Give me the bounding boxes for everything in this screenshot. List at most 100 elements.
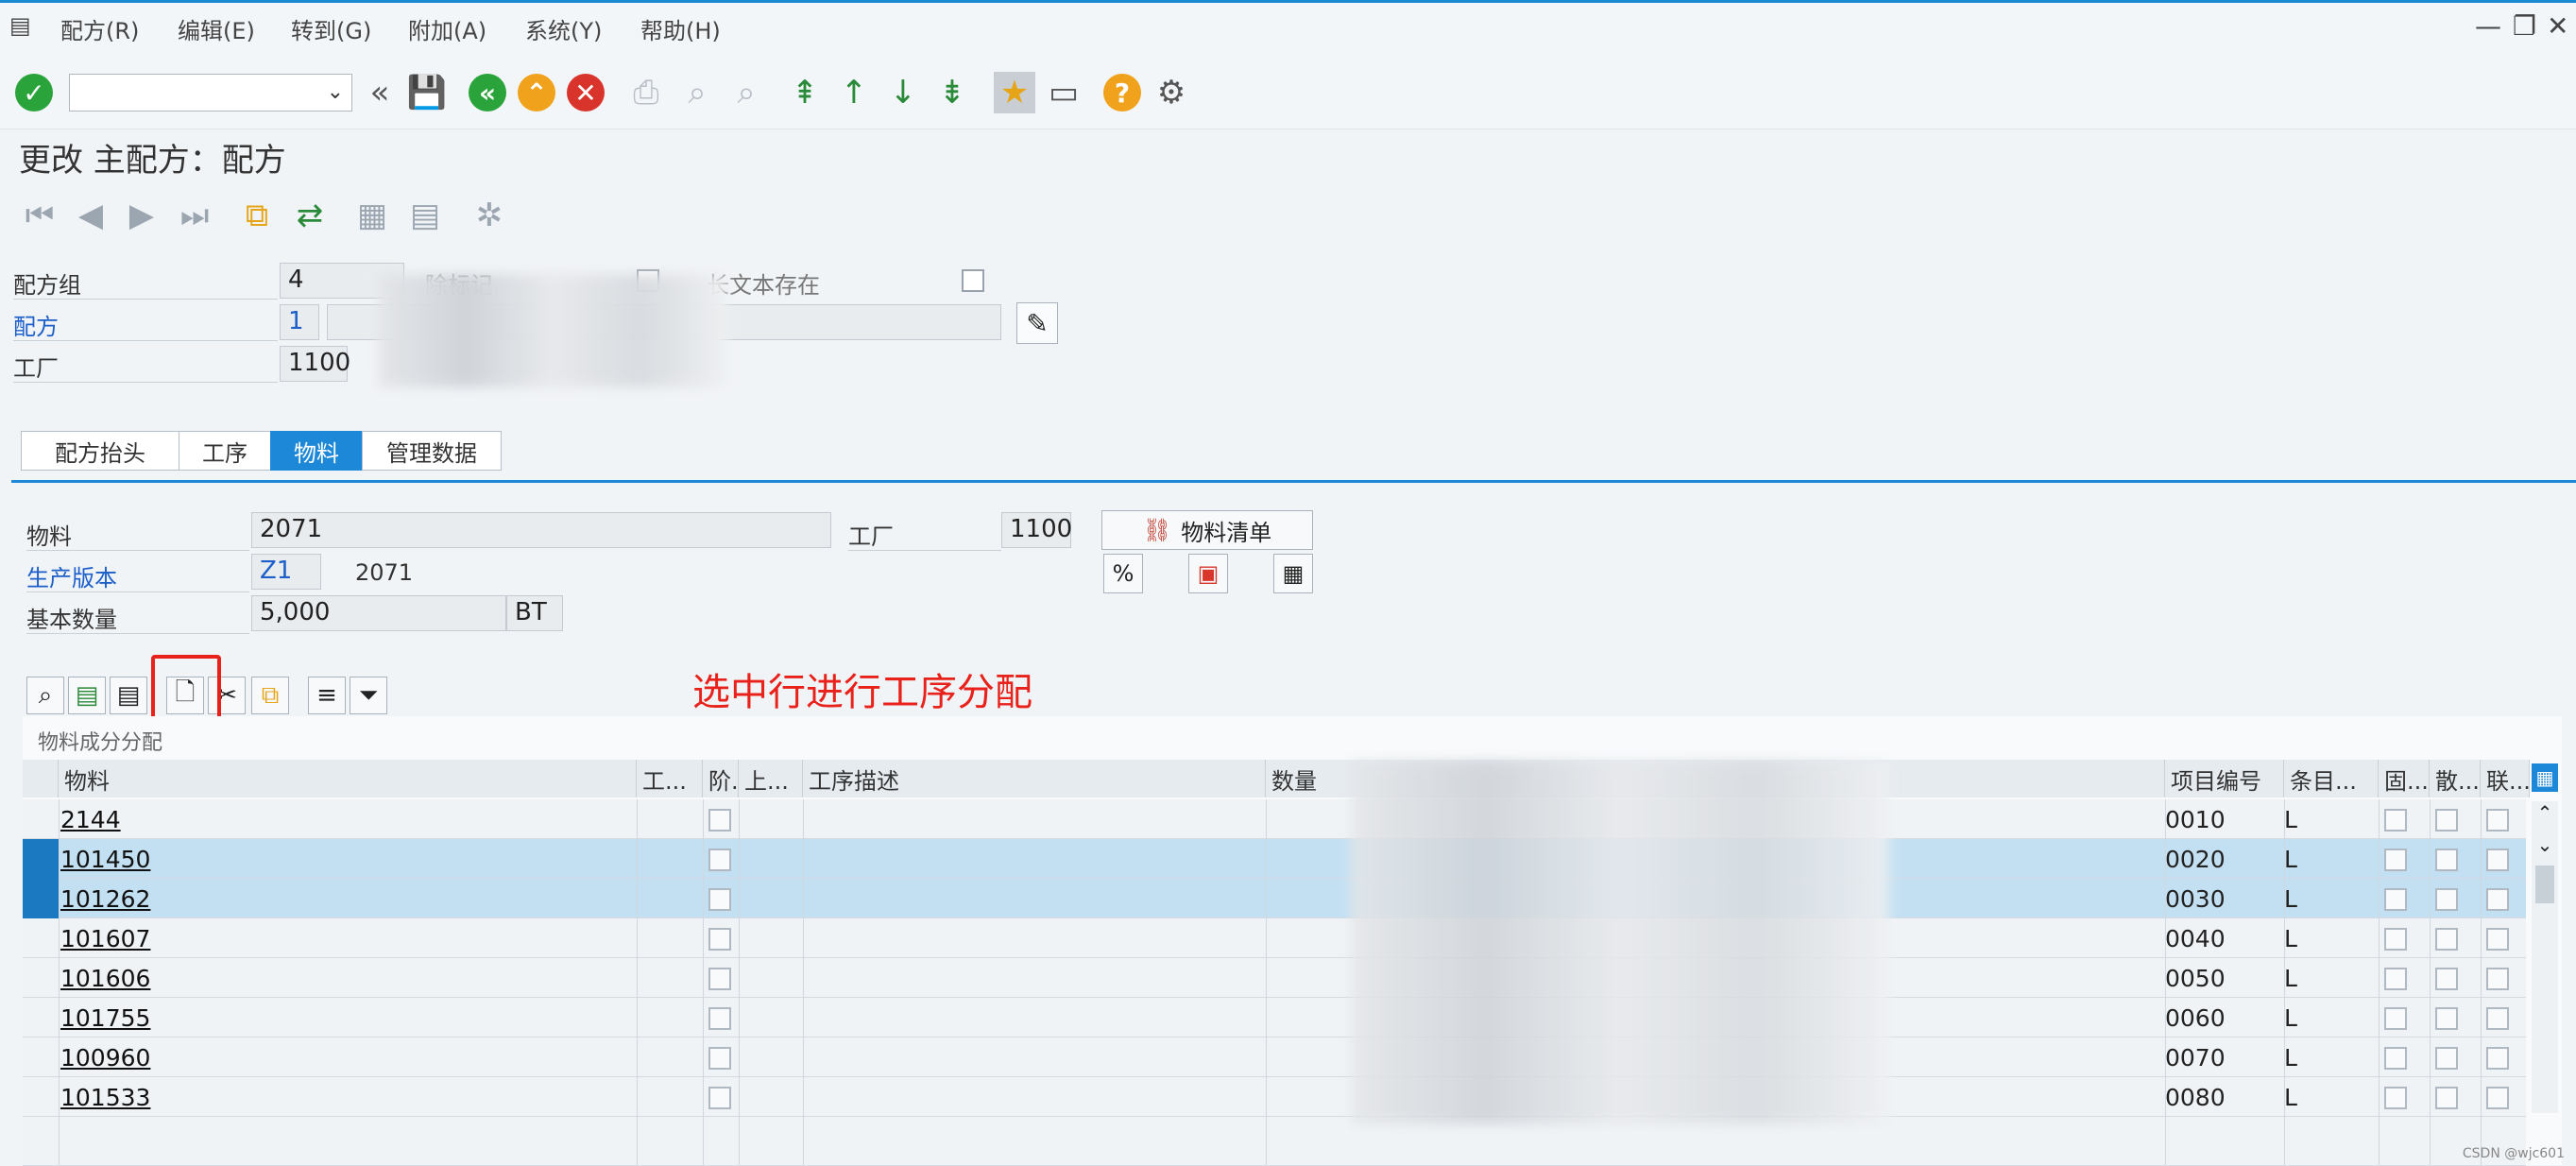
production-version-field[interactable]: Z1 [251,554,321,590]
last-page-icon[interactable]: ⇟ [931,72,973,113]
bulk-checkbox[interactable] [2435,849,2458,871]
deselect-icon[interactable]: ▤ [110,677,147,714]
command-field[interactable]: ⌄ [69,74,352,111]
phase-checkbox[interactable] [708,1007,731,1030]
table-row[interactable]: 101755 0060 L [23,998,2526,1037]
maximize-button[interactable]: ❐ [2513,10,2536,42]
table-row[interactable]: 101533 0080 L [23,1077,2526,1117]
column-header-item-category[interactable]: 条目... [2284,760,2379,797]
fixed-qty-checkbox[interactable] [2384,849,2407,871]
long-text-checkbox[interactable] [962,269,984,292]
column-settings-icon[interactable]: ▦ [2532,763,2558,792]
scroll-down-icon[interactable]: ⌄ [2532,833,2558,856]
assign-operation-icon[interactable]: ⧉ [251,677,289,714]
tab-admin-data[interactable]: 管理数据 [362,431,502,471]
back-icon[interactable]: « [469,74,506,111]
next-page-icon[interactable]: ↓ [882,72,924,113]
menu-help[interactable]: 帮助(H) [640,12,721,45]
sort-icon[interactable]: ≡ [308,677,346,714]
column-header-superior[interactable]: 上... [739,760,803,797]
phase-checkbox[interactable] [708,928,731,951]
calendar-icon[interactable]: ▤ [404,195,446,236]
fixed-qty-checkbox[interactable] [2384,1047,2407,1070]
scroll-thumb[interactable] [2535,866,2554,903]
recipe-field[interactable]: 1 [280,304,319,340]
material-cell[interactable]: 101533 [60,1077,150,1117]
bulk-checkbox[interactable] [2435,1047,2458,1070]
material-cell[interactable]: 101755 [60,998,150,1037]
base-quantity-unit[interactable]: BT [506,595,563,631]
color-copy-icon[interactable]: ▣ [1188,554,1228,593]
app-menu-icon[interactable]: ▤ [9,12,31,39]
column-header-fixed[interactable]: 固... [2379,760,2430,797]
print-icon[interactable]: ⎙ [625,72,667,113]
settings-wheel-icon[interactable]: ✲ [469,195,510,236]
column-header-phase[interactable]: 阶. [703,760,739,797]
structure-icon[interactable]: ▦ [351,195,393,236]
filter-icon[interactable]: ⏷ [350,677,387,714]
row-selector-header[interactable] [23,760,59,797]
first-page-icon[interactable]: ⇞ [784,72,826,113]
material-cell[interactable]: 101262 [60,879,150,918]
exit-icon[interactable]: ⌃ [518,74,555,111]
previous-page-icon[interactable]: ↑ [833,72,875,113]
empty-row[interactable] [23,1117,2526,1166]
row-selection-marker[interactable] [23,839,59,879]
column-header-item-number[interactable]: 项目编号 [2165,760,2284,797]
phase-checkbox[interactable] [708,888,731,911]
fixed-qty-checkbox[interactable] [2384,968,2407,990]
material-field[interactable]: 2071 [251,512,831,548]
find-next-icon[interactable]: ⌕ [725,72,767,113]
recipe-label[interactable]: 配方 [13,308,59,341]
table-row[interactable]: 100960 0070 L [23,1037,2526,1077]
column-header-operation-desc[interactable]: 工序描述 [803,760,1266,797]
column-header-coproduct[interactable]: 联... [2481,760,2531,797]
material-cell[interactable]: 101450 [60,839,150,879]
material-cell[interactable]: 101607 [60,918,150,958]
coproduct-checkbox[interactable] [2486,968,2509,990]
plant-field[interactable]: 1100 [280,346,350,382]
menu-recipe[interactable]: 配方(R) [60,12,139,45]
next-record-icon[interactable]: ▶ [121,195,162,236]
scroll-up-icon[interactable]: ⌃ [2532,801,2558,824]
select-all-icon[interactable]: ▤ [68,677,106,714]
coproduct-checkbox[interactable] [2486,1087,2509,1109]
minimize-button[interactable]: — [2475,10,2501,42]
phase-checkbox[interactable] [708,1087,731,1109]
coproduct-checkbox[interactable] [2486,1047,2509,1070]
material-plant-field[interactable]: 1100 [1001,512,1072,548]
double-left-icon[interactable]: « [359,72,401,113]
find-icon[interactable]: ⌕ [676,72,718,113]
bulk-checkbox[interactable] [2435,1087,2458,1109]
table-row[interactable]: 101606 0050 L [23,958,2526,998]
pencil-icon[interactable]: ✎ [1016,302,1058,344]
table-row[interactable]: 101607 0040 L [23,918,2526,958]
table-row[interactable]: 101450 0020 L [23,839,2526,879]
column-header-material[interactable]: 物料 [59,760,637,797]
coproduct-checkbox[interactable] [2486,849,2509,871]
first-record-icon[interactable]: ⏮ [19,195,60,236]
gear-icon[interactable]: ⚙ [1151,72,1192,113]
bom-button[interactable]: ⛓ 物料清单 [1101,510,1313,550]
vertical-scrollbar[interactable]: ⌃ ⌄ [2532,801,2558,1113]
new-session-icon[interactable]: ★ [994,72,1035,113]
chevron-down-icon[interactable]: ⌄ [327,80,344,104]
tab-operations[interactable]: 工序 [179,431,271,471]
phase-checkbox[interactable] [708,809,731,832]
coproduct-checkbox[interactable] [2486,809,2509,832]
material-cell[interactable]: 2144 [60,799,121,839]
close-button[interactable]: ✕ [2547,10,2568,42]
bulk-checkbox[interactable] [2435,1007,2458,1030]
bulk-checkbox[interactable] [2435,968,2458,990]
cancel-icon[interactable]: ✕ [567,74,605,111]
coproduct-checkbox[interactable] [2486,888,2509,911]
bulk-checkbox[interactable] [2435,928,2458,951]
bulk-checkbox[interactable] [2435,888,2458,911]
fixed-qty-checkbox[interactable] [2384,809,2407,832]
tab-recipe-header[interactable]: 配方抬头 [21,431,179,471]
menu-edit[interactable]: 编辑(E) [178,12,255,45]
column-header-operation[interactable]: 工... [637,760,703,797]
table-row[interactable]: 101262 0030 L [23,879,2526,918]
reassign-icon[interactable]: ⇄ [289,195,331,236]
help-icon[interactable]: ? [1103,74,1141,111]
